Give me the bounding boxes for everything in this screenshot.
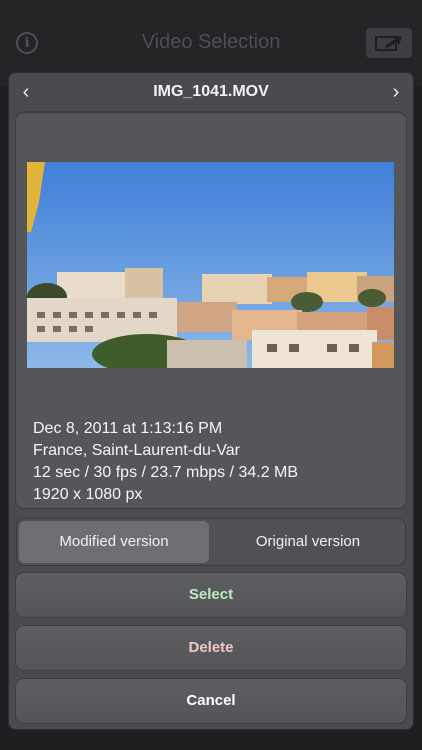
- export-button[interactable]: [366, 28, 412, 58]
- modified-version-option[interactable]: Modified version: [19, 521, 209, 563]
- video-thumbnail[interactable]: [27, 162, 394, 368]
- video-resolution: 1920 x 1080 px: [33, 486, 143, 503]
- panel-header: ‹ IMG_1041.MOV ›: [8, 72, 414, 112]
- preview-card: Dec 8, 2011 at 1:13:16 PM France, Saint-…: [16, 112, 406, 508]
- delete-button[interactable]: Delete: [16, 626, 406, 670]
- video-specs: 12 sec / 30 fps / 23.7 mbps / 34.2 MB: [33, 464, 299, 481]
- video-panel: ‹ IMG_1041.MOV › Dec 8, 2011 at 1:13:16 …: [8, 72, 414, 730]
- original-version-option[interactable]: Original version: [213, 521, 403, 563]
- capture-date: Dec 8, 2011 at 1:13:16 PM: [33, 420, 223, 437]
- version-toggle: Modified version Original version: [16, 518, 406, 566]
- cancel-button[interactable]: Cancel: [16, 679, 406, 723]
- video-metadata: Dec 8, 2011 at 1:13:16 PM France, Saint-…: [33, 418, 298, 506]
- share-export-icon: [375, 36, 402, 51]
- capture-location: France, Saint-Laurent-du-Var: [33, 442, 240, 459]
- select-button[interactable]: Select: [16, 573, 406, 617]
- chevron-right-icon[interactable]: ›: [385, 82, 407, 104]
- file-name: IMG_1041.MOV: [153, 83, 269, 100]
- page-title: Video Selection: [141, 31, 281, 53]
